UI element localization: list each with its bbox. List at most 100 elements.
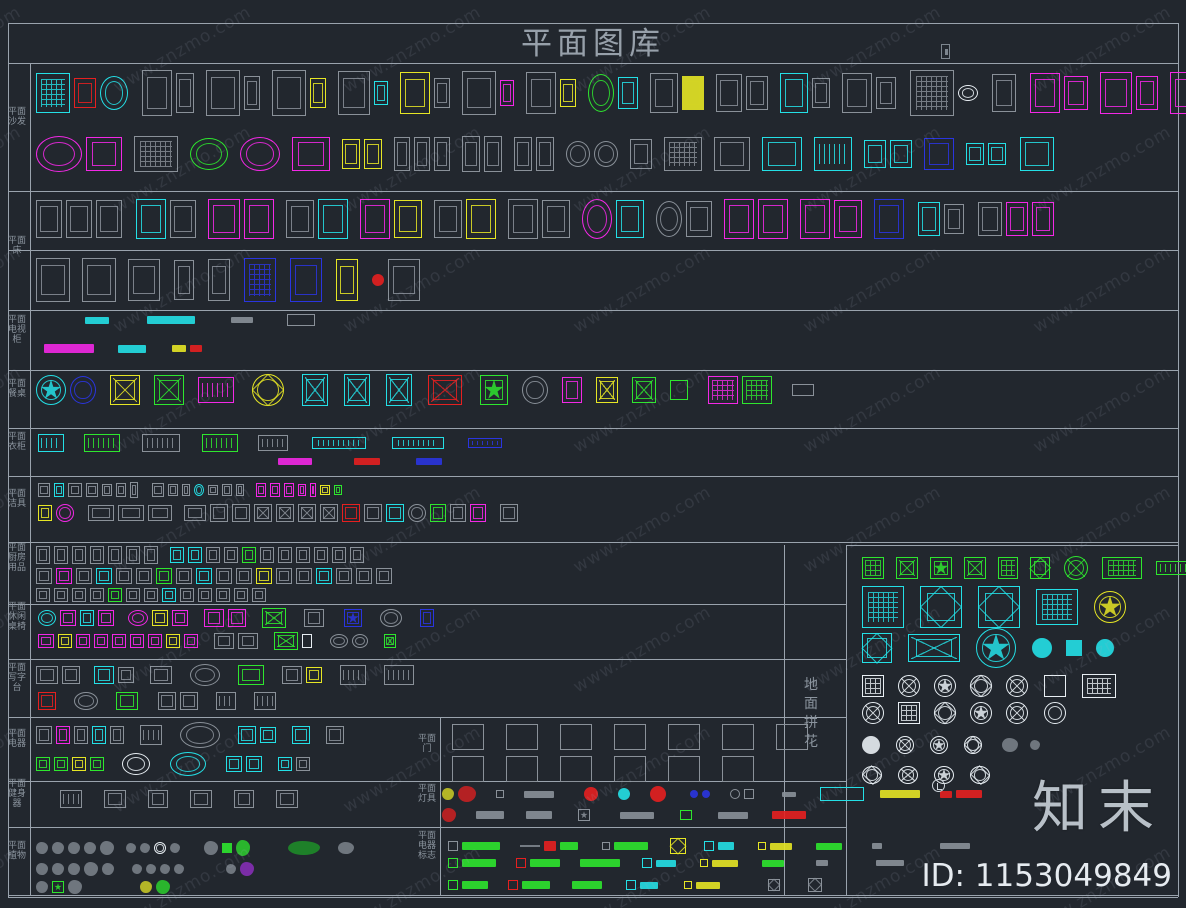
cad-block <box>1096 639 1114 657</box>
cad-gap <box>500 219 504 220</box>
cad-gap <box>386 154 390 155</box>
cad-gap <box>888 568 892 569</box>
cad-block <box>168 484 178 496</box>
cad-block <box>156 880 170 894</box>
cad-block <box>110 726 124 744</box>
cad-block <box>278 458 312 465</box>
cad-gap <box>374 390 382 391</box>
cad-block <box>978 586 1020 628</box>
cad-block <box>1136 76 1158 110</box>
cad-block <box>668 724 700 750</box>
cad-block <box>506 756 538 782</box>
cad-row-elec-sym-row-2 <box>448 858 904 868</box>
cad-block <box>374 81 388 105</box>
cad-gap <box>100 390 106 391</box>
cad-block <box>544 841 556 851</box>
cad-block <box>60 790 82 808</box>
cad-block <box>126 588 140 602</box>
cad-gap <box>78 513 84 514</box>
cad-gap <box>594 815 616 816</box>
frame-hline <box>8 250 1178 251</box>
category-label-plant: 平面植物 <box>7 841 26 861</box>
cad-gap <box>772 93 776 94</box>
cad-gap <box>480 794 492 795</box>
cad-block <box>560 842 578 850</box>
cad-block <box>184 505 206 521</box>
cad-block <box>354 458 380 465</box>
cad-block <box>342 139 360 169</box>
cad-gap <box>650 769 664 770</box>
cad-block <box>956 790 982 798</box>
cad-block <box>256 568 272 584</box>
cad-gap <box>856 154 860 155</box>
cad-block <box>170 752 206 776</box>
cad-block <box>842 73 872 113</box>
cad-block <box>102 863 114 875</box>
cad-block <box>342 504 360 522</box>
cad-block <box>500 80 514 106</box>
cad-block <box>992 74 1016 112</box>
cad-block <box>1006 675 1028 697</box>
cad-block <box>588 74 614 112</box>
cad-gap <box>132 93 138 94</box>
cad-block <box>1100 72 1132 114</box>
category-label-elec-sym: 平面电器标志 <box>417 831 436 861</box>
cad-gap <box>192 618 200 619</box>
cad-block <box>372 274 384 286</box>
cad-block <box>176 568 192 584</box>
cad-gap <box>118 848 122 849</box>
cad-block <box>216 692 236 710</box>
cad-gap <box>280 735 288 736</box>
cad-gap <box>924 713 930 714</box>
cad-block <box>86 483 98 497</box>
cad-block <box>620 811 654 819</box>
cad-block <box>780 73 808 113</box>
cad-block <box>874 199 904 239</box>
cad-block <box>480 375 508 405</box>
cad-gap <box>690 846 700 847</box>
cad-gap <box>490 513 496 514</box>
cad-block <box>104 790 126 808</box>
cad-gap <box>1032 686 1040 687</box>
cad-gap <box>508 794 520 795</box>
category-label-dining: 平面餐桌 <box>7 379 26 399</box>
cad-gap <box>624 863 638 864</box>
cad-block <box>462 859 496 867</box>
cad-gap <box>996 713 1002 714</box>
cad-block <box>1064 76 1088 110</box>
cad-block <box>394 137 410 171</box>
cad-gap <box>130 799 144 800</box>
cad-block <box>416 458 442 465</box>
cad-block <box>696 881 720 889</box>
cad-block <box>562 377 582 403</box>
cad-gap <box>908 607 916 608</box>
category-label-leisure: 平面休闲桌椅 <box>7 601 26 632</box>
cad-row-elec-sym-row-1 <box>448 838 970 854</box>
cad-gap <box>460 815 472 816</box>
cad-block <box>216 568 232 584</box>
cad-gap <box>232 154 236 155</box>
cad-block <box>176 73 194 113</box>
cad-block <box>100 76 128 110</box>
cad-gap <box>172 799 186 800</box>
cad-block <box>462 881 488 889</box>
cad-block <box>976 628 1016 668</box>
cad-block <box>306 667 322 683</box>
cad-gap <box>1022 568 1026 569</box>
cad-block <box>74 692 98 710</box>
cad-block <box>862 736 880 754</box>
cad-block <box>594 141 618 167</box>
cad-block <box>708 376 738 404</box>
cad-block <box>338 842 354 854</box>
cad-gap <box>199 320 227 321</box>
page-title: 平面图库 <box>521 26 665 62</box>
frame-hline <box>8 63 1178 64</box>
cad-block <box>270 483 280 497</box>
cad-gap <box>216 799 230 800</box>
cad-block <box>62 666 80 684</box>
cad-gap <box>454 93 458 94</box>
registered-mark-icon <box>932 779 945 792</box>
cad-block <box>448 858 458 868</box>
cad-block <box>36 546 50 564</box>
cad-block <box>254 692 276 710</box>
